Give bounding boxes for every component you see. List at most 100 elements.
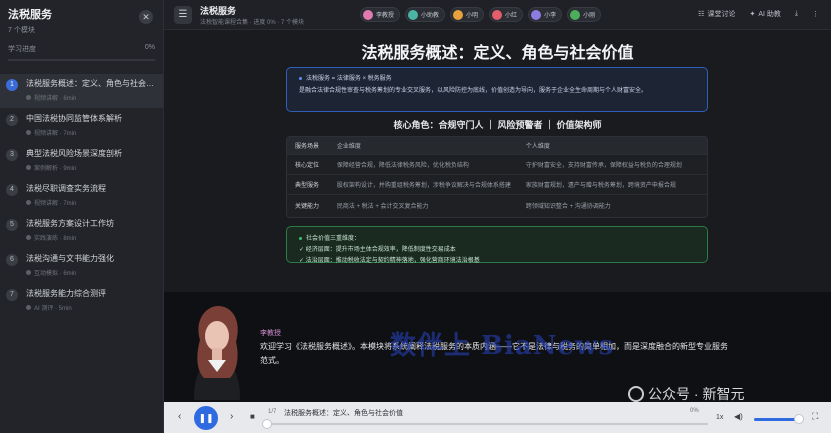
- presenter-avatar: [180, 300, 254, 400]
- module-item-7[interactable]: 7 法税服务能力综合测评 AI 测评 · 5min: [0, 284, 163, 318]
- wechat-watermark: 公众号 · 新智元: [628, 384, 828, 404]
- top-actions: ☷ 课堂讨论 ✦ AI 助教 ⤓ ⋮: [698, 9, 819, 19]
- core-roles-heading: 核心角色：合规守门人 ｜ 风险预警者 ｜ 价值架构师: [393, 120, 602, 130]
- pause-button[interactable]: ❚❚: [194, 406, 218, 430]
- social-value-line: ✓ 经济层面：提升市场主体合规效率，降低制度性交易成本: [299, 247, 456, 253]
- volume-slider[interactable]: [754, 418, 798, 421]
- download-button[interactable]: ⤓: [795, 10, 798, 18]
- next-icon[interactable]: ›: [230, 411, 233, 422]
- avatar: [363, 9, 373, 20]
- wechat-icon: [628, 386, 644, 402]
- progress-label: 学习进度: [8, 46, 36, 53]
- player-controls: ‹ ❚❚ › ■ 1/7 法税服务概述：定义、角色与社会价值 0% 1x ◀) …: [164, 402, 831, 433]
- module-meta: 互动模拟 · 6min: [34, 271, 77, 277]
- discuss-label: 课堂讨论: [707, 11, 736, 18]
- current-slide-title: 法税服务概述：定义、角色与社会价值: [284, 410, 403, 417]
- header-cell: 服务场景: [295, 144, 320, 150]
- social-value-title: 社会价值三重维度：: [306, 236, 361, 242]
- avatar: [570, 9, 581, 20]
- module-meta: 视频讲解 · 7min: [34, 201, 77, 207]
- app-root: 法税服务 7 个模块 ✕ 学习进度 0% 1 法税服务概述：定义、角色与社会价值…: [0, 0, 831, 433]
- module-item-2[interactable]: 2 中国法税协同监管体系解析 视频讲解 · 7min: [0, 109, 163, 143]
- table-row: 核心定位 保障经营合规，降低法律税务风险，优化税负结构 守护财富安全，支持财富传…: [287, 155, 707, 175]
- role-label: 小红: [505, 13, 518, 19]
- slide-counter: 1/7: [268, 409, 277, 415]
- table-cell: 家族财富规划，遗产与赠与税务筹划，跨境资产申报合规: [525, 183, 676, 189]
- module-title: 法税服务能力综合测评: [26, 289, 106, 298]
- module-item-5[interactable]: 5 法税服务方案设计工作坊 实践演练 · 8min: [0, 214, 163, 248]
- module-title: 法税服务概述：定义、角色与社会价值: [26, 79, 157, 88]
- module-item-6[interactable]: 6 法税沟通与文书能力强化 互动模拟 · 6min: [0, 249, 163, 283]
- avatar: [408, 9, 419, 20]
- wechat-text: 公众号 · 新智元: [648, 386, 745, 402]
- course-title: 法税服务: [200, 6, 237, 16]
- module-list: 1 法税服务概述：定义、角色与社会价值 视频讲解 · 6min 2 中国法税协同…: [0, 74, 163, 318]
- module-meta: 视频讲解 · 6min: [34, 96, 77, 102]
- bullet-icon: [299, 236, 302, 240]
- role-chip[interactable]: 小明: [450, 7, 485, 22]
- role-label: 小明: [466, 13, 479, 19]
- video-icon: [26, 130, 31, 135]
- table-header: 服务场景 企业维度 个人维度: [287, 137, 707, 155]
- more-button[interactable]: ⋮: [812, 10, 819, 18]
- role-chip[interactable]: 小助教: [405, 7, 446, 22]
- table-cell: 民商法 + 税法 + 会计交叉复合能力: [336, 203, 429, 210]
- ai-assistant-button[interactable]: ✦ AI 助教: [749, 9, 780, 19]
- module-item-3[interactable]: 3 典型法税风险场景深度剖析 案例解析 · 9min: [0, 144, 163, 178]
- module-meta: 视频讲解 · 7min: [34, 131, 77, 137]
- slide-title: 法税服务概述：定义、角色与社会价值: [361, 45, 634, 62]
- module-item-4[interactable]: 4 法税尽职调查实务流程 视频讲解 · 7min: [0, 179, 163, 213]
- module-number: 3: [6, 149, 18, 161]
- header-cell: 个人维度: [525, 144, 550, 150]
- table-cell: 典型服务: [295, 183, 320, 189]
- course-subtitle: 法税智能课程合集 · 进度 0% · 7 个模块: [200, 20, 305, 26]
- video-icon: [26, 95, 31, 100]
- previous-icon[interactable]: ‹: [178, 411, 181, 422]
- chat-icon: [26, 270, 31, 275]
- service-table: 服务场景 企业维度 个人维度 核心定位 保障经营合规，降低法律税务风险，优化税负…: [286, 136, 708, 218]
- more-icon: ⋮: [812, 11, 819, 18]
- module-meta: AI 测评 · 5min: [34, 306, 72, 312]
- module-meta: 实践演练 · 8min: [34, 236, 77, 242]
- menu-icon[interactable]: ☰: [174, 6, 192, 24]
- module-number: 7: [6, 289, 18, 301]
- module-number: 2: [6, 114, 18, 126]
- role-chip[interactable]: 李教授: [360, 7, 401, 22]
- table-cell: 守护财富安全，支持财富传承，保障权益与税负的合理规划: [525, 163, 682, 169]
- bullet-icon: [299, 76, 302, 80]
- module-title: 法税沟通与文书能力强化: [26, 254, 114, 263]
- role-chip[interactable]: 小李: [528, 7, 563, 22]
- close-icon[interactable]: ✕: [139, 10, 153, 24]
- discuss-button[interactable]: ☷ 课堂讨论: [698, 9, 735, 19]
- avatar: [492, 9, 503, 20]
- top-bar: ☰ 法税服务 法税智能课程合集 · 进度 0% · 7 个模块 李教授 小助教 …: [164, 0, 831, 30]
- table-cell: 跨领域知识整合 + 沟通协调能力: [525, 203, 611, 210]
- role-chip[interactable]: 小红: [489, 7, 524, 22]
- volume-thumb[interactable]: [794, 414, 804, 424]
- table-row: 关键能力 民商法 + 税法 + 会计交叉复合能力 跨领域知识整合 + 沟通协调能…: [287, 195, 707, 215]
- role-chip[interactable]: 小刚: [567, 7, 602, 22]
- definition-text: 是融合法律合规性审查与税务筹划的专业交叉服务，以风险防控为底线，价值创造为导向，…: [299, 88, 648, 94]
- module-number: 4: [6, 184, 18, 196]
- sidebar-header: 法税服务 7 个模块 ✕: [0, 0, 163, 36]
- fullscreen-icon[interactable]: ⛶: [812, 411, 818, 422]
- definition-formula: 法税服务 = 法律服务 × 税务服务: [306, 76, 392, 82]
- slide-canvas: 法税服务概述：定义、角色与社会价值 法税服务 = 法律服务 × 税务服务 是融合…: [164, 30, 831, 292]
- volume-icon[interactable]: ◀): [734, 412, 743, 421]
- sidebar-subtitle: 7 个模块: [8, 27, 35, 34]
- module-number: 1: [6, 79, 18, 91]
- module-title: 典型法税风险场景深度剖析: [26, 149, 122, 158]
- discussion-icon: ☷: [698, 11, 705, 18]
- speed-selector[interactable]: 1x: [716, 414, 723, 421]
- stop-icon[interactable]: ■: [250, 412, 255, 421]
- module-title: 法税服务方案设计工作坊: [26, 219, 114, 228]
- module-title: 中国法税协同监管体系解析: [26, 114, 122, 123]
- table-cell: 关键能力: [295, 203, 320, 210]
- role-label: 李教授: [376, 13, 395, 19]
- progress-track[interactable]: [268, 423, 708, 425]
- progress-thumb[interactable]: [262, 419, 272, 429]
- table-row: 典型服务 股权架构设计，并购重组税务筹划，涉税争议解决与合规体系搭建 家族财富规…: [287, 175, 707, 195]
- module-title: 法税尽职调查实务流程: [26, 184, 106, 193]
- module-item-1[interactable]: 1 法税服务概述：定义、角色与社会价值 视频讲解 · 6min: [0, 74, 163, 108]
- progress-percent: 0%: [690, 408, 699, 414]
